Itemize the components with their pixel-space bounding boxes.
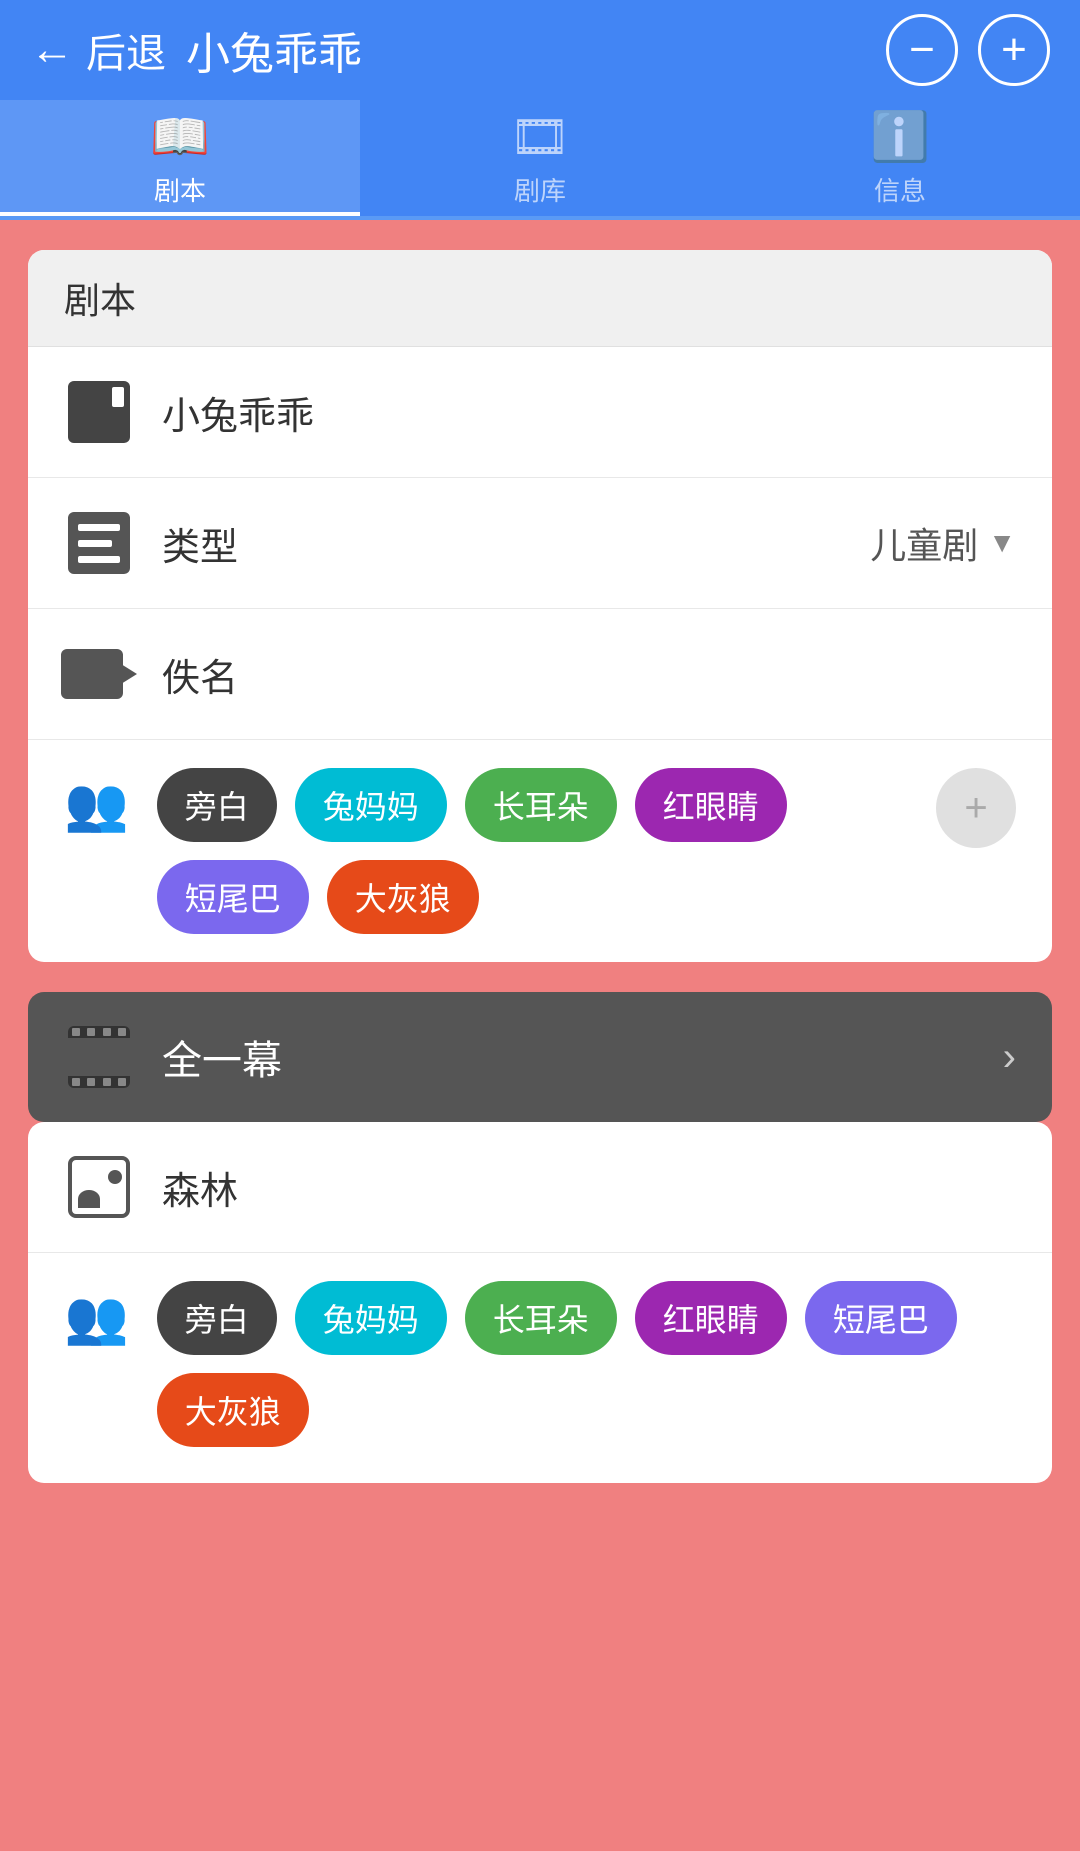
scene-detail-card: 森林 👥 旁白 兔妈妈 长耳朵 红眼睛 短尾巴 大灰狼 <box>28 1122 1052 1483</box>
film-icon <box>68 1026 130 1088</box>
image-icon <box>68 1156 130 1218</box>
tab-library-label: 剧库 <box>514 171 566 208</box>
scene-title-card: 全一幕 › <box>28 992 1052 1122</box>
tag-rabbit-mom-1[interactable]: 兔妈妈 <box>295 768 447 842</box>
scene-people-icon: 👥 <box>64 1289 129 1347</box>
type-row[interactable]: 类型 儿童剧 ▼ <box>28 478 1052 609</box>
scene-characters-row: 👥 旁白 兔妈妈 长耳朵 红眼睛 短尾巴 大灰狼 <box>28 1253 1052 1483</box>
tag-big-wolf-1[interactable]: 大灰狼 <box>327 860 479 934</box>
scene-tag-rabbit-mom[interactable]: 兔妈妈 <box>295 1281 447 1355</box>
image-row-icon <box>64 1152 134 1222</box>
script-title: 小兔乖乖 <box>162 385 1016 440</box>
main-content: 剧本 小兔乖乖 类型 儿童剧 ▼ <box>0 220 1080 1513</box>
author-row[interactable]: 佚名 <box>28 609 1052 740</box>
chevron-right-icon: › <box>1003 1035 1016 1080</box>
video-icon <box>61 649 123 699</box>
add-character-button[interactable]: + <box>936 768 1016 848</box>
tag-long-ears-1[interactable]: 长耳朵 <box>465 768 617 842</box>
tag-narrator-1[interactable]: 旁白 <box>157 768 277 842</box>
tab-library[interactable]: 🎞 剧库 <box>360 100 720 216</box>
tab-bar: 📖 剧本 🎞 剧库 ℹ️ 信息 <box>0 100 1080 220</box>
header-title: 小兔乖乖 <box>186 18 362 82</box>
tag-red-eyes-1[interactable]: 红眼睛 <box>635 768 787 842</box>
type-value[interactable]: 儿童剧 ▼ <box>870 517 1016 569</box>
header: ← 后退 小兔乖乖 − + <box>0 0 1080 100</box>
tag-short-tail-1[interactable]: 短尾巴 <box>157 860 309 934</box>
scene-title-text: 全一幕 <box>162 1028 1003 1086</box>
people-icon: 👥 <box>64 776 129 834</box>
character-tags: 旁白 兔妈妈 长耳朵 红眼睛 短尾巴 大灰狼 <box>157 768 936 934</box>
scene-tag-red-eyes[interactable]: 红眼睛 <box>635 1281 787 1355</box>
people-row-icon: 👥 <box>64 768 129 835</box>
scene-tag-short-tail[interactable]: 短尾巴 <box>805 1281 957 1355</box>
header-actions: − + <box>886 14 1050 86</box>
scene-section: 全一幕 › 森林 👥 旁白 兔妈妈 长耳朵 红 <box>28 992 1052 1483</box>
tab-script[interactable]: 📖 剧本 <box>0 100 360 216</box>
book-row-icon <box>64 377 134 447</box>
back-arrow-icon: ← <box>30 25 74 75</box>
type-value-text: 儿童剧 <box>870 517 978 569</box>
list-row-icon <box>64 508 134 578</box>
book-icon <box>68 381 130 443</box>
scene-tag-narrator[interactable]: 旁白 <box>157 1281 277 1355</box>
scene-people-icon-wrap: 👥 <box>64 1281 129 1348</box>
minus-button[interactable]: − <box>886 14 958 86</box>
author-label: 佚名 <box>162 647 1016 702</box>
plus-button[interactable]: + <box>978 14 1050 86</box>
back-label: 后退 <box>86 21 166 79</box>
scene-tag-big-wolf[interactable]: 大灰狼 <box>157 1373 309 1447</box>
tab-info-label: 信息 <box>874 171 926 208</box>
tab-script-label: 剧本 <box>154 171 206 208</box>
back-button[interactable]: ← 后退 <box>30 21 166 79</box>
characters-row: 👥 旁白 兔妈妈 长耳朵 红眼睛 短尾巴 大灰狼 + <box>28 740 1052 962</box>
scene-name: 森林 <box>162 1160 1016 1215</box>
film-frame-icon: 🎞 <box>510 108 571 165</box>
scene-tag-long-ears[interactable]: 长耳朵 <box>465 1281 617 1355</box>
card-header: 剧本 <box>28 250 1052 347</box>
list-lines-icon <box>68 512 130 574</box>
card-header-text: 剧本 <box>64 280 136 321</box>
title-row[interactable]: 小兔乖乖 <box>28 347 1052 478</box>
script-info-card: 剧本 小兔乖乖 类型 儿童剧 ▼ <box>28 250 1052 962</box>
info-circle-icon: ℹ️ <box>870 108 930 165</box>
type-label: 类型 <box>162 516 870 571</box>
film-row-icon <box>64 1022 134 1092</box>
scene-name-row[interactable]: 森林 <box>28 1122 1052 1253</box>
tab-info[interactable]: ℹ️ 信息 <box>720 100 1080 216</box>
dropdown-arrow-icon: ▼ <box>988 527 1016 559</box>
scene-title-row[interactable]: 全一幕 › <box>28 992 1052 1122</box>
video-row-icon <box>64 639 134 709</box>
book-icon: 📖 <box>150 108 210 165</box>
scene-character-tags: 旁白 兔妈妈 长耳朵 红眼睛 短尾巴 大灰狼 <box>157 1281 1016 1447</box>
